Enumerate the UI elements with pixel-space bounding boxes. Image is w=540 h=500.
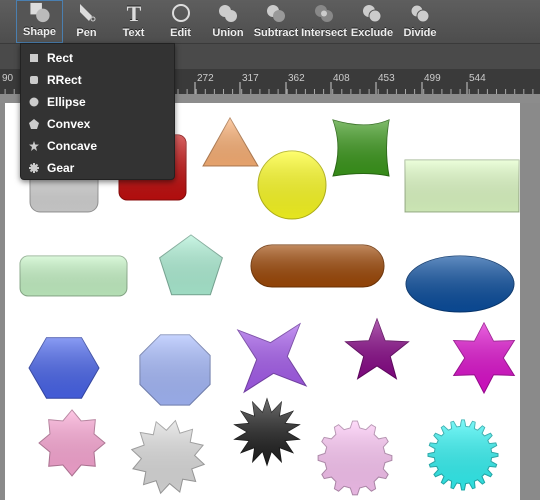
tool-edit[interactable]: Edit xyxy=(157,0,204,43)
menu-item-gear[interactable]: Gear xyxy=(21,157,174,179)
tool-label: Shape xyxy=(22,26,56,38)
pentagon-icon xyxy=(29,119,39,129)
union-icon xyxy=(219,5,237,22)
shape-dropdown-menu: Rect RRect Ellipse Convex Concave Gear xyxy=(20,43,175,180)
divide-icon xyxy=(410,4,430,23)
menu-item-rect[interactable]: Rect xyxy=(21,47,174,69)
tool-text[interactable]: T Text xyxy=(110,0,157,43)
ruler-label: 362 xyxy=(288,73,305,84)
tool-label: Text xyxy=(122,27,145,39)
shape-star8[interactable] xyxy=(38,409,106,477)
shape-ellipse[interactable] xyxy=(405,255,515,313)
tool-exclude[interactable]: Exclude xyxy=(348,0,396,43)
ellipse-icon xyxy=(29,97,39,107)
tool-label: Union xyxy=(212,27,244,39)
ruler-label: 317 xyxy=(242,73,259,84)
tool-union[interactable]: Union xyxy=(204,0,252,43)
tool-shape[interactable]: Shape xyxy=(16,0,63,43)
tool-label: Pen xyxy=(76,27,97,39)
shape-pentagon[interactable] xyxy=(159,234,223,296)
ruler-label: 408 xyxy=(333,73,350,84)
ruler-label: 453 xyxy=(378,73,395,84)
menu-item-label: Gear xyxy=(47,161,75,175)
menu-item-rrect[interactable]: RRect xyxy=(21,69,174,91)
shape-ellipse[interactable] xyxy=(257,150,327,220)
menu-item-label: Rect xyxy=(47,51,74,65)
shape-star14[interactable] xyxy=(233,397,301,467)
text-icon: T xyxy=(126,1,141,25)
tool-intersect[interactable]: Intersect xyxy=(300,0,348,43)
ruler-label: 499 xyxy=(424,73,441,84)
menu-item-label: Concave xyxy=(47,139,98,153)
tool-subtract[interactable]: Subtract xyxy=(252,0,300,43)
tool-pen[interactable]: Pen xyxy=(63,0,110,43)
shape-gear[interactable] xyxy=(427,419,499,491)
toolbar: Shape Pen T Text Edit Union Subtract Intersect E… xyxy=(0,0,540,44)
menu-item-label: RRect xyxy=(47,73,82,87)
gear-icon xyxy=(29,163,39,173)
rect-icon xyxy=(30,54,38,62)
tool-label: Edit xyxy=(170,27,191,39)
ruler-label: 544 xyxy=(469,73,486,84)
svg-text:T: T xyxy=(126,1,141,25)
shape-star4[interactable] xyxy=(236,322,308,394)
menu-item-concave[interactable]: Concave xyxy=(21,135,174,157)
menu-item-ellipse[interactable]: Ellipse xyxy=(21,91,174,113)
shape-star6[interactable] xyxy=(452,321,516,395)
shape-star5[interactable] xyxy=(344,317,410,380)
subtract-icon xyxy=(267,5,285,22)
shape-octagon[interactable] xyxy=(139,334,211,406)
shape-rrect[interactable] xyxy=(19,255,128,297)
ruler-label: 272 xyxy=(197,73,214,84)
edit-icon xyxy=(171,4,190,22)
tool-divide[interactable]: Divide xyxy=(396,0,444,43)
shape-convex[interactable] xyxy=(332,119,390,177)
pen-icon xyxy=(79,4,95,22)
intersect-icon xyxy=(315,5,333,22)
star-icon xyxy=(29,141,39,151)
ruler-label: 90 xyxy=(2,73,14,84)
menu-item-convex[interactable]: Convex xyxy=(21,113,174,135)
exclude-icon xyxy=(363,5,382,23)
shape-hexagon[interactable] xyxy=(28,337,100,399)
tool-label: Divide xyxy=(403,27,437,39)
shape-gear[interactable] xyxy=(317,420,393,496)
menu-item-label: Ellipse xyxy=(47,95,86,109)
shape-pill[interactable] xyxy=(250,244,385,288)
menu-item-label: Convex xyxy=(47,117,91,131)
tool-label: Subtract xyxy=(253,27,299,39)
shape-triangle[interactable] xyxy=(202,116,259,167)
shape-star12[interactable] xyxy=(130,419,206,495)
shape-rect[interactable] xyxy=(404,159,520,213)
tool-label: Intersect xyxy=(301,27,347,39)
rrect-icon xyxy=(30,76,38,84)
tool-label: Exclude xyxy=(350,27,394,39)
shape-icon xyxy=(29,2,50,23)
